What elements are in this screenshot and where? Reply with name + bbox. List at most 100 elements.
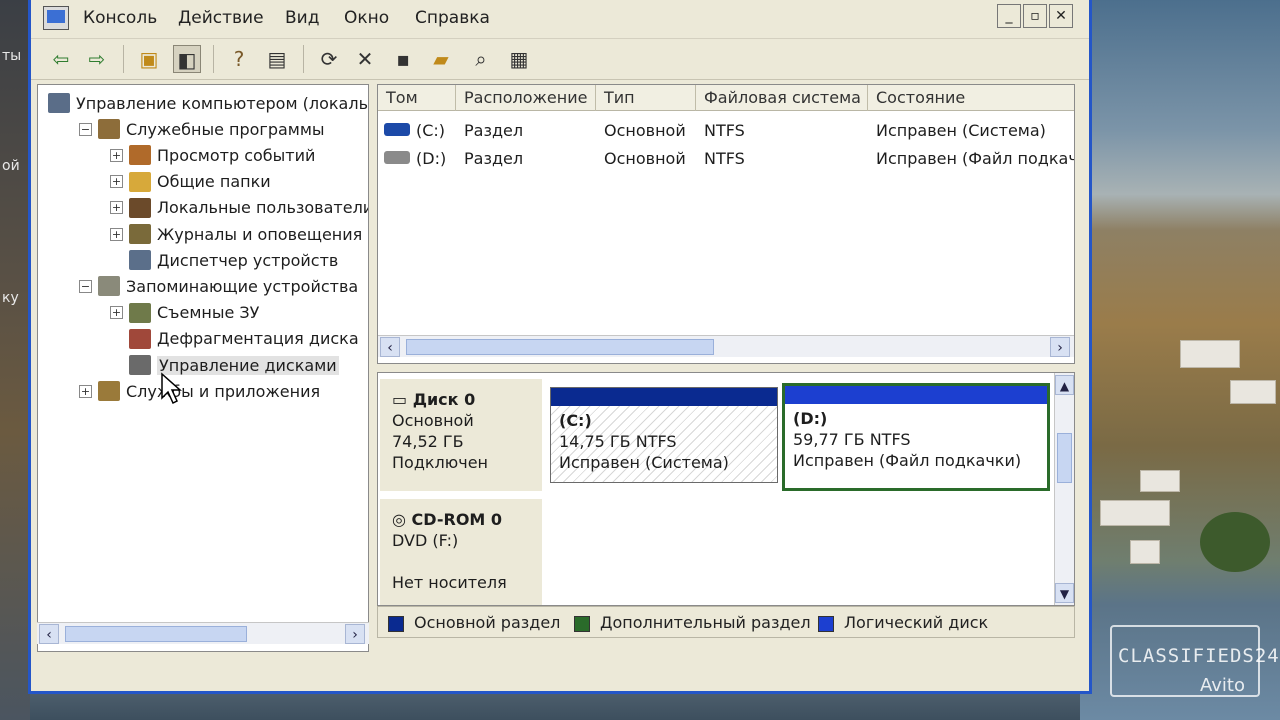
scroll-right-icon[interactable]: › bbox=[1050, 337, 1070, 357]
tree-item[interactable]: Дефрагментация диска bbox=[110, 327, 359, 351]
list-horizontal-scrollbar[interactable]: ‹ › bbox=[378, 335, 1074, 357]
desktop-text-fragment: ой bbox=[2, 158, 20, 174]
show-tree-icon[interactable]: ◧ bbox=[173, 45, 201, 73]
menu-action[interactable]: Действие bbox=[178, 8, 264, 28]
cell-layout: Раздел bbox=[464, 149, 524, 168]
disk-name: ▭ Диск 0 bbox=[392, 390, 476, 409]
scroll-thumb[interactable] bbox=[65, 626, 247, 642]
properties-icon[interactable]: ▤ bbox=[263, 45, 291, 73]
tree-shape bbox=[1200, 512, 1270, 572]
export-list-icon[interactable]: ▦ bbox=[505, 45, 533, 73]
partition-size: 59,77 ГБ NTFS bbox=[793, 430, 911, 449]
refresh-icon[interactable]: ⟳ bbox=[315, 45, 343, 73]
scroll-left-icon[interactable]: ‹ bbox=[39, 624, 59, 644]
tree-item[interactable]: − Запоминающие устройства bbox=[79, 274, 358, 298]
menu-window[interactable]: Окно bbox=[344, 8, 389, 28]
table-row[interactable]: (C:) Раздел Основной NTFS Исправен (Система) bbox=[378, 117, 1074, 143]
toolbar-separator bbox=[123, 45, 124, 73]
cdrom-0-label[interactable]: ◎ CD-ROM 0 DVD (F:) Нет носителя bbox=[380, 499, 542, 605]
tree-item[interactable]: + Службы и приложения bbox=[79, 379, 320, 403]
expand-icon[interactable]: + bbox=[110, 306, 123, 320]
list-header: Том Расположение Тип Файловая система Со… bbox=[378, 85, 1074, 111]
legend-extended-partition: Дополнительный раздел bbox=[600, 613, 811, 632]
tree-item-label: Дефрагментация диска bbox=[157, 329, 359, 349]
tree-item-label: Службы и приложения bbox=[126, 381, 321, 401]
minimize-button[interactable]: _ bbox=[997, 4, 1021, 28]
tree-item-label: Управление компьютером (локаль bbox=[76, 93, 368, 113]
defrag-icon bbox=[129, 328, 151, 349]
tree-item[interactable]: + Журналы и оповещения пр bbox=[110, 222, 368, 246]
column-volume[interactable]: Том bbox=[378, 85, 456, 111]
shared-folder-icon bbox=[129, 171, 151, 192]
partition-status: Исправен (Система) bbox=[559, 453, 729, 472]
tree-item[interactable]: + Съемные ЗУ bbox=[110, 301, 259, 325]
tree-item[interactable]: + Общие папки bbox=[110, 170, 271, 194]
menu-view[interactable]: Вид bbox=[285, 8, 319, 28]
scroll-left-icon[interactable]: ‹ bbox=[380, 337, 400, 357]
legend-logical-drive: Логический диск bbox=[844, 613, 989, 632]
up-folder-icon[interactable]: ▣ bbox=[135, 45, 163, 73]
volume-drive-icon bbox=[384, 123, 410, 136]
legend-swatch-extended bbox=[574, 616, 590, 632]
forward-arrow-icon[interactable]: ⇨ bbox=[83, 45, 111, 73]
scroll-down-icon[interactable]: ▼ bbox=[1055, 583, 1074, 603]
cell-layout: Раздел bbox=[464, 121, 524, 140]
partition-status: Исправен (Файл подкачки) bbox=[793, 451, 1022, 470]
graph-vertical-scrollbar[interactable]: ▲ ▼ bbox=[1054, 373, 1074, 605]
tree-item[interactable]: Диспетчер устройств bbox=[110, 248, 338, 272]
legend-swatch-primary bbox=[388, 616, 404, 632]
scroll-thumb[interactable] bbox=[406, 339, 714, 355]
menu-console[interactable]: Консоль bbox=[83, 8, 157, 28]
column-filesystem[interactable]: Файловая система bbox=[696, 85, 868, 111]
help-icon[interactable]: ? bbox=[225, 45, 253, 73]
watermark-brand: Avito bbox=[1200, 675, 1245, 696]
menu-help[interactable]: Справка bbox=[415, 8, 490, 28]
computer-icon bbox=[48, 93, 70, 113]
close-button[interactable]: ✕ bbox=[1049, 4, 1073, 28]
collapse-icon[interactable]: − bbox=[79, 279, 92, 293]
console-icon[interactable] bbox=[43, 6, 69, 30]
partition-c[interactable]: (C:) 14,75 ГБ NTFS Исправен (Система) bbox=[550, 387, 778, 483]
column-type[interactable]: Тип bbox=[596, 85, 696, 111]
legend-primary-partition: Основной раздел bbox=[414, 613, 561, 632]
tree-horizontal-scrollbar[interactable]: ‹ › bbox=[37, 622, 369, 644]
cell-type: Основной bbox=[604, 149, 686, 168]
toolbar-separator bbox=[303, 45, 304, 73]
desktop-text-fragment: ку bbox=[2, 290, 19, 306]
partition-label: (D:) bbox=[793, 409, 828, 428]
delete-icon[interactable]: ✕ bbox=[351, 45, 379, 73]
expand-icon[interactable]: + bbox=[110, 148, 123, 162]
tree-item[interactable]: Управление дисками bbox=[110, 353, 339, 377]
tree-item-label: Диспетчер устройств bbox=[157, 250, 339, 270]
search-icon[interactable]: ⌕ bbox=[467, 45, 495, 73]
scroll-up-icon[interactable]: ▲ bbox=[1055, 375, 1074, 395]
properties-disk-icon[interactable]: ▪ bbox=[389, 45, 417, 73]
open-folder-icon[interactable]: ▰ bbox=[427, 45, 455, 73]
expand-icon[interactable]: + bbox=[79, 384, 92, 398]
disk-state: Нет носителя bbox=[392, 573, 507, 592]
expand-icon[interactable]: + bbox=[110, 201, 123, 215]
scroll-thumb[interactable] bbox=[1057, 433, 1072, 483]
back-arrow-icon[interactable]: ⇦ bbox=[47, 45, 75, 73]
volume-list: Том Расположение Тип Файловая система Со… bbox=[377, 84, 1075, 364]
column-status[interactable]: Состояние bbox=[868, 85, 1074, 111]
expand-icon[interactable]: + bbox=[110, 175, 123, 189]
tree-item[interactable]: + Просмотр событий bbox=[110, 143, 315, 167]
disk-0-label[interactable]: ▭ Диск 0 Основной 74,52 ГБ Подключен bbox=[380, 379, 542, 491]
window-controls: _ ▫ ✕ bbox=[997, 4, 1073, 28]
watermark-logo: CLASSIFIEDS24 Avito bbox=[1110, 625, 1279, 697]
table-row[interactable]: (D:) Раздел Основной NTFS Исправен (Файл под… bbox=[378, 145, 1074, 171]
cell-volume: (D:) bbox=[416, 149, 447, 168]
tree-item[interactable]: − Служебные программы bbox=[79, 117, 325, 141]
tree-item[interactable]: Управление компьютером (локаль bbox=[48, 91, 368, 115]
column-layout[interactable]: Расположение bbox=[456, 85, 596, 111]
removable-storage-icon bbox=[129, 302, 151, 323]
collapse-icon[interactable]: − bbox=[79, 122, 92, 136]
menu-bar: Консоль Действие Вид Окно Справка _ ▫ ✕ bbox=[31, 0, 1089, 38]
restore-button[interactable]: ▫ bbox=[1023, 4, 1047, 28]
disk-state: Подключен bbox=[392, 453, 488, 472]
partition-d[interactable]: (D:) 59,77 ГБ NTFS Исправен (Файл подкач… bbox=[782, 383, 1050, 491]
scroll-right-icon[interactable]: › bbox=[345, 624, 365, 644]
expand-icon[interactable]: + bbox=[110, 227, 123, 241]
tree-item[interactable]: + Локальные пользователи bbox=[110, 196, 368, 220]
